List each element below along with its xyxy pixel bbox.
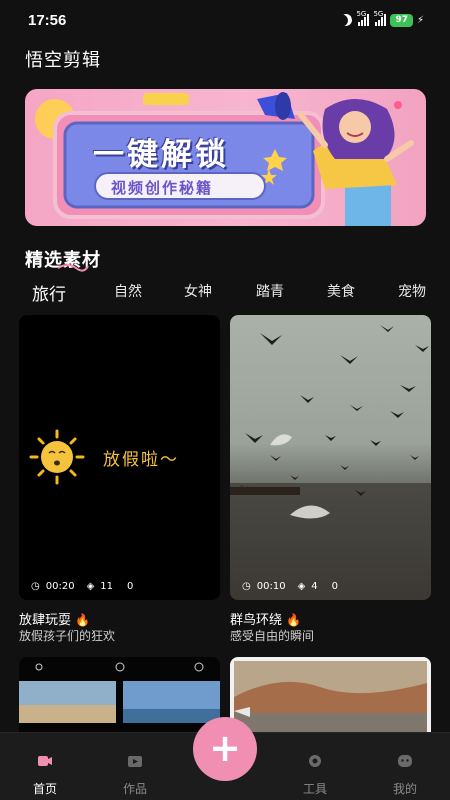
- use-count: 0: [127, 581, 134, 592]
- card-stats: ◷ 00:10 ◈ 4 0: [242, 581, 338, 592]
- profile-icon: [398, 755, 412, 767]
- plus-icon: +: [209, 725, 241, 770]
- layers-icon: ◈: [297, 581, 306, 592]
- template-card[interactable]: ◷ 00:10 ◈ 4 0 群鸟环绕 🔥 感受自由的瞬间: [230, 315, 431, 655]
- tab-goddess[interactable]: 女神: [184, 281, 212, 301]
- nav-tools-label: 工具: [302, 782, 327, 796]
- battery-indicator: 97: [390, 13, 413, 27]
- nav-works-label: 作品: [122, 782, 147, 796]
- layers-icon: ◈: [86, 581, 95, 592]
- do-not-disturb-icon: [339, 12, 354, 27]
- tab-food[interactable]: 美食: [327, 281, 355, 301]
- card-title-text: 群鸟环绕: [230, 613, 283, 628]
- app-title: 悟空剪辑: [25, 50, 101, 71]
- template-card[interactable]: [19, 657, 220, 732]
- status-indicators: 5G 5G 97 ⚡: [339, 10, 424, 27]
- nav-tools[interactable]: 工具: [280, 733, 350, 800]
- tab-pets[interactable]: 宠物: [398, 281, 426, 301]
- nav-works[interactable]: 作品: [100, 733, 170, 800]
- tools-icon: [309, 755, 321, 767]
- card-title-text: 放肆玩耍: [19, 613, 72, 628]
- template-card[interactable]: [230, 657, 431, 732]
- overlay-text: 放假啦～: [103, 450, 179, 470]
- layer-count: 4: [311, 581, 318, 592]
- card-thumbnail: [234, 661, 427, 732]
- card-thumbnail: 放假啦～ ◷ 00:20 ◈ 11 0: [19, 315, 220, 600]
- duration: 00:10: [256, 581, 286, 592]
- signal-icon-2: 5G: [373, 10, 387, 26]
- template-card[interactable]: 放假啦～ ◷ 00:20 ◈ 11 0 放肆玩耍 🔥 放假孩子们的狂欢: [19, 315, 220, 655]
- card-subtitle: 放假孩子们的狂欢: [19, 629, 116, 643]
- clock-icon: ◷: [31, 581, 40, 592]
- card-stats: ◷ 00:20 ◈ 11 0: [31, 581, 133, 592]
- charging-icon: ⚡: [416, 14, 424, 26]
- card-title: 放肆玩耍 🔥: [19, 609, 90, 628]
- fire-icon: 🔥: [75, 613, 90, 627]
- video-camera-icon: [38, 756, 52, 766]
- card-title: 群鸟环绕 🔥: [230, 609, 301, 628]
- use-count: 0: [331, 581, 339, 592]
- birds-illustration: [230, 325, 431, 600]
- nav-home-label: 首页: [32, 782, 57, 796]
- fire-icon: 🔥: [286, 613, 301, 627]
- title-swoosh-decoration: [57, 264, 89, 272]
- status-time: 17:56: [28, 11, 67, 29]
- nav-mine-label: 我的: [392, 782, 417, 796]
- duration: 00:20: [45, 581, 75, 592]
- banner-headline: 一键解锁: [93, 137, 229, 173]
- create-button[interactable]: +: [193, 717, 257, 781]
- tab-nature[interactable]: 自然: [114, 281, 142, 301]
- layer-count: 11: [100, 581, 113, 592]
- status-bar: 17:56 5G 5G 97 ⚡: [0, 0, 450, 40]
- tab-travel[interactable]: 旅行: [32, 280, 66, 305]
- card-subtitle: 感受自由的瞬间: [230, 629, 315, 643]
- tab-outing[interactable]: 踏青: [256, 281, 284, 301]
- banner-subline: 视频创作秘籍: [111, 179, 214, 197]
- nav-home[interactable]: 首页: [10, 733, 80, 800]
- play-folder-icon: [128, 756, 142, 767]
- card-thumbnail: ◷ 00:10 ◈ 4 0: [230, 315, 431, 600]
- card-thumbnail: [19, 662, 220, 723]
- signal-icon: 5G: [356, 10, 370, 26]
- promo-banner[interactable]: 一键解锁 视频创作秘籍: [25, 89, 426, 226]
- clock-icon: ◷: [242, 581, 251, 592]
- nav-mine[interactable]: 我的: [370, 733, 440, 800]
- category-tabs: 旅行 自然 女神 踏青 美食 宠物: [0, 281, 450, 307]
